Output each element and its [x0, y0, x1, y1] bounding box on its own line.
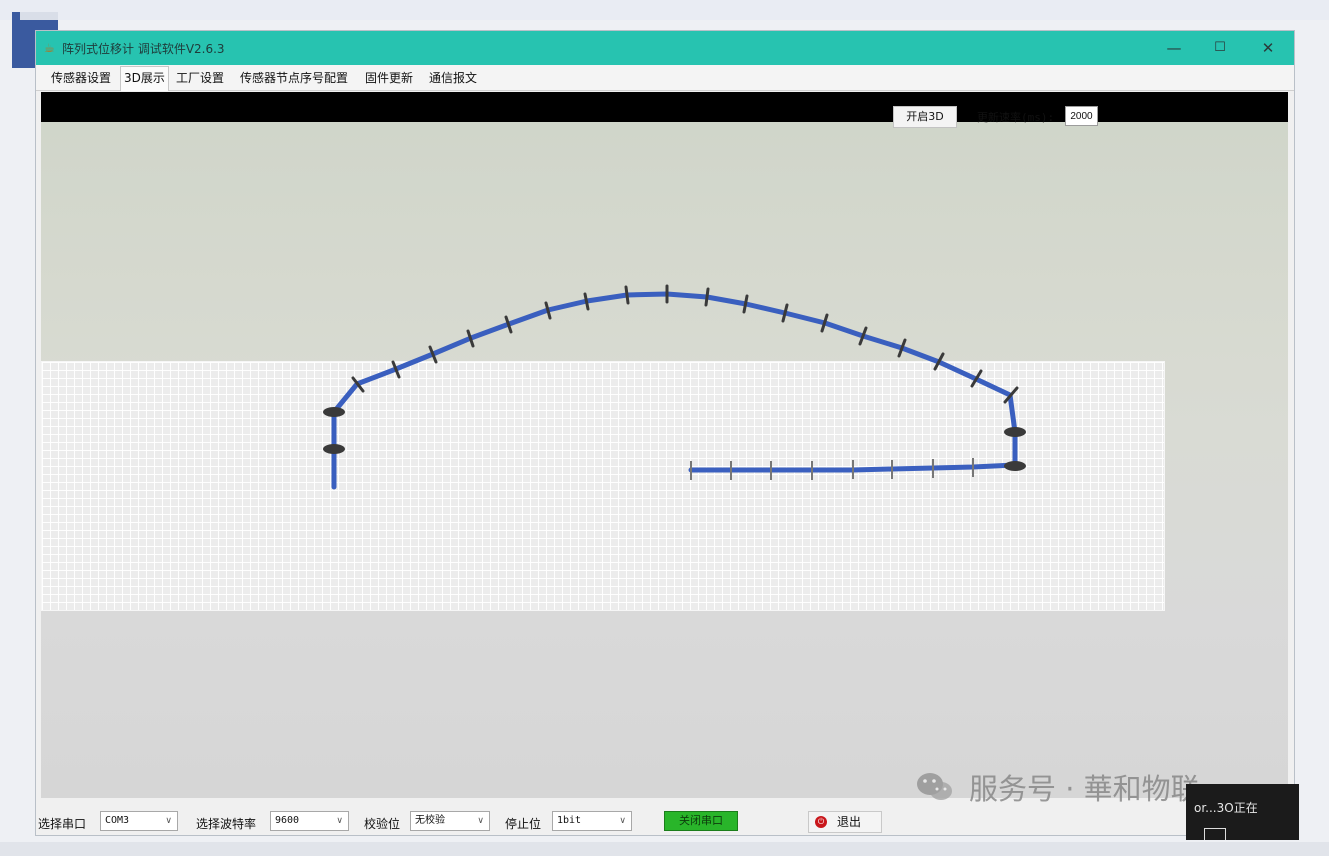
parity-select-value: 无校验 [415, 815, 445, 826]
tab-node-order-config[interactable]: 传感器节点序号配置 [237, 69, 351, 89]
stopbit-select-value: 1bit [557, 815, 582, 826]
port-select-value: COM3 [105, 815, 130, 826]
notification-window-icon [1204, 828, 1226, 840]
window-title: 阵列式位移计 调试软件V2.6.3 [62, 42, 225, 56]
exit-label: 退出 [837, 815, 862, 829]
sensor-node-marker [583, 292, 590, 311]
tab-communication-log[interactable]: 通信报文 [426, 69, 480, 89]
background-desktop-strip [0, 0, 1329, 20]
chevron-down-icon: ∨ [165, 816, 172, 826]
power-icon: ⏻ [815, 816, 827, 828]
app-icon: ☕ [44, 41, 55, 55]
port-select[interactable]: COM3 ∨ [100, 811, 178, 831]
sensor-chain-line [331, 291, 1018, 490]
chevron-down-icon: ∨ [477, 816, 484, 826]
title-bar[interactable]: ☕ 阵列式位移计 调试软件V2.6.3 — ☐ ✕ [36, 31, 1294, 65]
notification-text: or...3O正在 [1194, 801, 1258, 815]
close-button[interactable]: ✕ [1254, 37, 1282, 59]
sensor-node-marker [624, 285, 630, 305]
tab-sensor-settings[interactable]: 传感器设置 [48, 69, 114, 89]
baud-select-value: 9600 [275, 815, 300, 826]
chevron-down-icon: ∨ [336, 816, 343, 826]
tab-factory-settings[interactable]: 工厂设置 [173, 69, 227, 89]
sensor-node-disc [1004, 461, 1026, 471]
stopbit-label: 停止位 [505, 817, 542, 831]
baud-label: 选择波特率 [196, 817, 257, 831]
chevron-down-icon: ∨ [619, 816, 626, 826]
port-label: 选择串口 [38, 817, 87, 831]
minimize-button[interactable]: — [1160, 37, 1188, 59]
close-port-button[interactable]: 关闭串口 [664, 811, 738, 831]
tab-firmware-update[interactable]: 固件更新 [362, 69, 416, 89]
parity-label: 校验位 [364, 817, 401, 831]
sensor-node-disc [323, 444, 345, 454]
tab-bar: 传感器设置 3D展示 工厂设置 传感器节点序号配置 固件更新 通信报文 [36, 65, 1294, 91]
sensor-chain-scene [323, 284, 1026, 490]
sensor-node-marker [742, 294, 749, 314]
tab-3d-display[interactable]: 3D展示 [120, 66, 169, 91]
stopbit-select[interactable]: 1bit ∨ [552, 811, 632, 831]
3d-viewport[interactable]: 开启3D 更新速率(ms): [41, 92, 1288, 798]
exit-button[interactable]: ⏻ 退出 [808, 811, 882, 833]
app-window: ☕ 阵列式位移计 调试软件V2.6.3 — ☐ ✕ 传感器设置 3D展示 工厂设… [35, 30, 1295, 836]
background-accent-block [20, 12, 58, 20]
parity-select[interactable]: 无校验 ∨ [410, 811, 490, 831]
sensor-node-marker [781, 303, 789, 323]
sensor-node-disc [1004, 427, 1026, 437]
baud-select[interactable]: 9600 ∨ [270, 811, 349, 831]
background-desktop-strip [0, 842, 1329, 856]
sensor-node-marker [544, 301, 552, 320]
maximize-button[interactable]: ☐ [1206, 37, 1234, 59]
watermark-text: 服务号 · 華和物联 [969, 772, 1200, 806]
sensor-node-disc [323, 407, 345, 417]
notification-popup[interactable]: or...3O正在 [1186, 784, 1299, 840]
sensor-node-marker [704, 287, 710, 307]
wechat-icon [917, 773, 952, 800]
